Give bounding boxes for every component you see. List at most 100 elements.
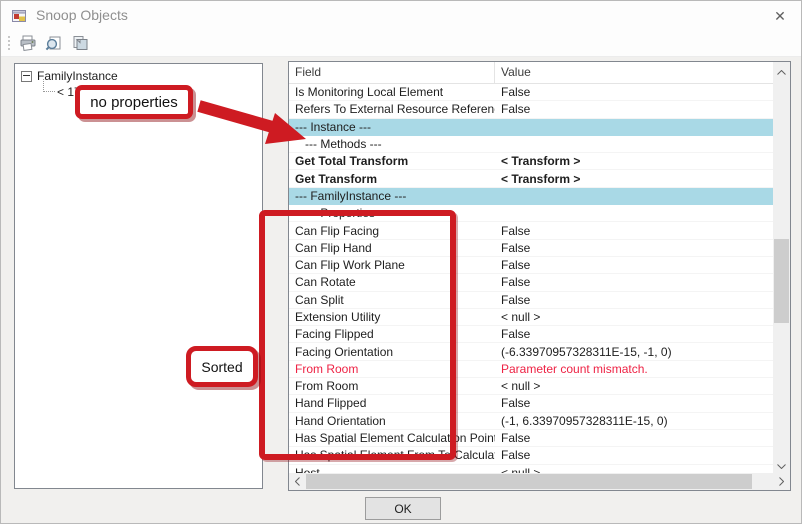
value-cell: < null >: [495, 379, 773, 393]
field-cell: Can Rotate: [289, 275, 495, 289]
app-icon: [11, 8, 27, 24]
vertical-scroll-thumb[interactable]: [774, 239, 789, 323]
field-cell: --- FamilyInstance ---: [289, 189, 495, 203]
value-cell: False: [495, 396, 773, 410]
print-icon: [17, 35, 39, 51]
table-row[interactable]: Has Spatial Element Calculation PointFal…: [289, 430, 773, 447]
field-cell: Hand Orientation: [289, 414, 495, 428]
copy-button[interactable]: [68, 32, 92, 55]
copy-icon: [69, 35, 91, 51]
table-row[interactable]: --- Properties ---: [289, 205, 773, 222]
vertical-scrollbar[interactable]: [773, 62, 790, 473]
table-row[interactable]: Hand FlippedFalse: [289, 395, 773, 412]
table-row[interactable]: From RoomParameter count mismatch.: [289, 361, 773, 378]
column-header-field[interactable]: Field: [289, 62, 495, 83]
table-row[interactable]: --- FamilyInstance ---: [289, 188, 773, 205]
chevron-down-icon: [777, 458, 786, 472]
collapse-minus-icon[interactable]: [21, 71, 32, 82]
value-cell: < null >: [495, 466, 773, 473]
toolbar-grip-icon: [6, 34, 11, 52]
table-row[interactable]: Can SplitFalse: [289, 292, 773, 309]
table-row[interactable]: Can Flip Work PlaneFalse: [289, 257, 773, 274]
close-icon[interactable]: ✕: [769, 5, 791, 27]
chevron-right-icon: [779, 475, 784, 489]
horizontal-scroll-thumb[interactable]: [306, 474, 752, 489]
table-row[interactable]: Refers To External Resource ReferencesFa…: [289, 101, 773, 118]
table-row[interactable]: --- Instance ---: [289, 119, 773, 136]
tree-child-label: < 17: [57, 85, 81, 99]
field-cell: --- Methods ---: [289, 137, 495, 151]
list-header: Field Value: [289, 62, 773, 84]
table-row[interactable]: --- Methods ---: [289, 136, 773, 153]
chevron-up-icon: [777, 64, 786, 78]
value-cell: False: [495, 293, 773, 307]
field-value-list: Field Value Is Monitoring Local ElementF…: [288, 61, 791, 491]
table-row[interactable]: Can RotateFalse: [289, 274, 773, 291]
titlebar: Snoop Objects ✕: [1, 1, 801, 30]
value-cell: False: [495, 327, 773, 341]
scroll-left-button[interactable]: [289, 473, 306, 490]
table-row[interactable]: Extension Utility< null >: [289, 309, 773, 326]
field-cell: Facing Orientation: [289, 345, 495, 359]
value-cell: < null >: [495, 310, 773, 324]
table-row[interactable]: From Room< null >: [289, 378, 773, 395]
field-cell: --- Instance ---: [289, 120, 495, 134]
value-cell: False: [495, 85, 773, 99]
value-cell: < Transform >: [495, 154, 773, 168]
value-cell: False: [495, 241, 773, 255]
horizontal-scrollbar[interactable]: [289, 473, 790, 490]
field-cell: Can Split: [289, 293, 495, 307]
field-cell: From Room: [289, 362, 495, 376]
scroll-down-button[interactable]: [773, 456, 790, 473]
value-cell: False: [495, 224, 773, 238]
field-cell: Host: [289, 466, 495, 473]
table-row[interactable]: Get Transform< Transform >: [289, 170, 773, 187]
toolbar: [1, 30, 801, 57]
field-cell: Facing Flipped: [289, 327, 495, 341]
table-row[interactable]: Can Flip FacingFalse: [289, 222, 773, 239]
value-cell: False: [495, 431, 773, 445]
field-cell: Has Spatial Element Calculation Point: [289, 431, 495, 445]
field-cell: Can Flip Work Plane: [289, 258, 495, 272]
object-tree-panel: FamilyInstance < 17: [14, 63, 263, 489]
scroll-right-button[interactable]: [773, 473, 790, 490]
value-cell: Parameter count mismatch.: [495, 362, 773, 376]
table-row[interactable]: Facing Orientation(-6.33970957328311E-15…: [289, 343, 773, 360]
table-row[interactable]: Is Monitoring Local ElementFalse: [289, 84, 773, 101]
field-cell: Refers To External Resource References: [289, 102, 495, 116]
value-cell: (-6.33970957328311E-15, -1, 0): [495, 345, 773, 359]
field-cell: Is Monitoring Local Element: [289, 85, 495, 99]
value-cell: False: [495, 448, 773, 462]
column-header-value[interactable]: Value: [495, 62, 773, 83]
ok-button[interactable]: OK: [365, 497, 441, 520]
table-row[interactable]: Hand Orientation(-1, 6.33970957328311E-1…: [289, 413, 773, 430]
field-cell: Can Flip Hand: [289, 241, 495, 255]
field-cell: Get Total Transform: [289, 154, 495, 168]
scroll-up-button[interactable]: [773, 62, 790, 79]
table-row[interactable]: Get Total Transform< Transform >: [289, 153, 773, 170]
tree-node-familyinstance[interactable]: FamilyInstance: [21, 68, 262, 84]
value-cell: False: [495, 258, 773, 272]
field-cell: Hand Flipped: [289, 396, 495, 410]
chevron-left-icon: [295, 475, 300, 489]
print-preview-icon: [43, 35, 65, 51]
print-preview-button[interactable]: [42, 32, 66, 55]
field-cell: Can Flip Facing: [289, 224, 495, 238]
value-cell: False: [495, 102, 773, 116]
field-cell: Extension Utility: [289, 310, 495, 324]
table-row[interactable]: Can Flip HandFalse: [289, 240, 773, 257]
tree-node-element-id[interactable]: < 17: [57, 84, 262, 100]
print-button[interactable]: [16, 32, 40, 55]
field-list-rows: Is Monitoring Local ElementFalseRefers T…: [289, 84, 773, 473]
field-cell: --- Properties ---: [289, 206, 495, 220]
value-cell: < Transform >: [495, 172, 773, 186]
table-row[interactable]: Host< null >: [289, 465, 773, 473]
table-row[interactable]: Facing FlippedFalse: [289, 326, 773, 343]
field-cell: Has Spatial Element From To Calculation.…: [289, 448, 495, 462]
field-cell: From Room: [289, 379, 495, 393]
value-cell: False: [495, 275, 773, 289]
table-row[interactable]: Has Spatial Element From To Calculation.…: [289, 447, 773, 464]
field-cell: Get Transform: [289, 172, 495, 186]
value-cell: (-1, 6.33970957328311E-15, 0): [495, 414, 773, 428]
window-title: Snoop Objects: [36, 1, 128, 30]
